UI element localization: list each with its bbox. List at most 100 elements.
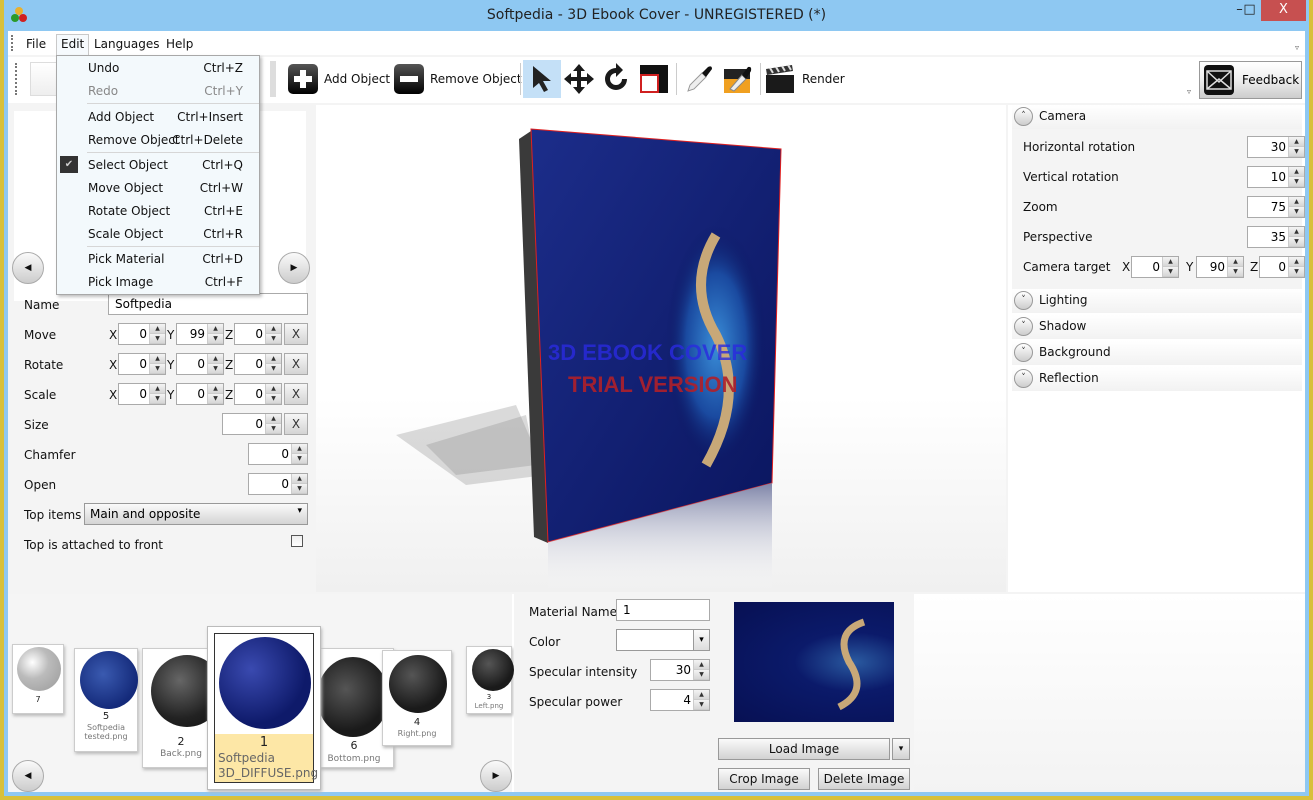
menu-item-rotate-object[interactable]: Rotate Object Ctrl+E: [57, 199, 259, 222]
rotate-y-spinner[interactable]: 0 ▲ ▼: [176, 353, 224, 375]
reset-rotate-button[interactable]: X: [284, 353, 308, 375]
spin-down-icon[interactable]: ▼: [1289, 147, 1304, 157]
add-object-button[interactable]: Add Object: [288, 61, 390, 97]
spin-down-icon[interactable]: ▼: [150, 394, 165, 404]
material-card-selected[interactable]: 1 Softpedia 3D_DIFFUSE.png: [207, 626, 321, 790]
menu-overflow-icon[interactable]: ▿: [1295, 43, 1299, 52]
maximize-button[interactable]: □: [1236, 0, 1263, 21]
menu-item-select-object[interactable]: ✔ Select Object Ctrl+Q: [57, 153, 259, 176]
material-card[interactable]: 7: [12, 644, 64, 714]
feedback-button[interactable]: Feedback: [1199, 61, 1302, 99]
spin-down-icon[interactable]: ▼: [266, 364, 281, 374]
material-name-input[interactable]: 1: [616, 599, 710, 621]
load-image-dropdown[interactable]: ▾: [892, 738, 910, 760]
spin-down-icon[interactable]: ▼: [1289, 267, 1304, 277]
camera-target-x-spinner[interactable]: 0 ▲ ▼: [1131, 256, 1179, 278]
scale-z-spinner[interactable]: 0 ▲ ▼: [234, 383, 282, 405]
reset-size-button[interactable]: X: [284, 413, 308, 435]
spin-down-icon[interactable]: ▼: [266, 334, 281, 344]
material-card[interactable]: 5 Softpedia tested.png: [74, 648, 138, 752]
spin-up-icon[interactable]: ▲: [1289, 257, 1304, 267]
spin-up-icon[interactable]: ▲: [150, 384, 165, 394]
next-object-button[interactable]: ▶: [278, 252, 310, 284]
scale-tool-button[interactable]: [638, 61, 670, 97]
menu-edit[interactable]: Edit: [56, 34, 90, 55]
chevron-down-icon[interactable]: ▾: [693, 630, 709, 650]
move-tool-button[interactable]: [563, 61, 595, 97]
title-bar[interactable]: Softpedia - 3D Ebook Cover - UNREGISTERE…: [4, 0, 1309, 31]
crop-image-button[interactable]: Crop Image: [718, 768, 810, 790]
camera-expander[interactable]: ˄ Camera: [1012, 105, 1302, 129]
rotate-tool-button[interactable]: [600, 61, 632, 97]
material-card[interactable]: 3 Left.png: [466, 646, 514, 714]
open-spinner[interactable]: 0 ▲ ▼: [248, 473, 308, 495]
rotate-z-spinner[interactable]: 0 ▲ ▼: [234, 353, 282, 375]
spin-down-icon[interactable]: ▼: [1289, 177, 1304, 187]
top-attached-checkbox[interactable]: [291, 535, 303, 547]
spin-down-icon[interactable]: ▼: [150, 334, 165, 344]
spin-up-icon[interactable]: ▲: [208, 354, 223, 364]
spin-up-icon[interactable]: ▲: [266, 354, 281, 364]
spin-down-icon[interactable]: ▼: [1228, 267, 1243, 277]
lighting-expander[interactable]: ˅ Lighting: [1012, 289, 1302, 313]
scale-x-spinner[interactable]: 0 ▲ ▼: [118, 383, 166, 405]
delete-image-button[interactable]: Delete Image: [818, 768, 910, 790]
zoom-spinner[interactable]: 75 ▲ ▼: [1247, 196, 1305, 218]
top-items-select[interactable]: Main and opposite ▾: [84, 503, 308, 525]
spin-down-icon[interactable]: ▼: [292, 454, 307, 464]
spin-up-icon[interactable]: ▲: [208, 384, 223, 394]
spin-up-icon[interactable]: ▲: [1289, 137, 1304, 147]
perspective-spinner[interactable]: 35 ▲ ▼: [1247, 226, 1305, 248]
spin-up-icon[interactable]: ▲: [292, 444, 307, 454]
spin-up-icon[interactable]: ▲: [694, 690, 709, 700]
spin-up-icon[interactable]: ▲: [150, 324, 165, 334]
menu-help[interactable]: Help: [162, 35, 197, 53]
horizontal-rotation-spinner[interactable]: 30 ▲ ▼: [1247, 136, 1305, 158]
color-picker[interactable]: ▾: [616, 629, 710, 651]
spin-down-icon[interactable]: ▼: [1163, 267, 1178, 277]
reflection-expander[interactable]: ˅ Reflection: [1012, 367, 1302, 391]
rotate-x-spinner[interactable]: 0 ▲ ▼: [118, 353, 166, 375]
menu-item-move-object[interactable]: Move Object Ctrl+W: [57, 176, 259, 199]
spin-down-icon[interactable]: ▼: [694, 670, 709, 680]
spin-down-icon[interactable]: ▼: [694, 700, 709, 710]
camera-target-z-spinner[interactable]: 0 ▲ ▼: [1259, 256, 1305, 278]
render-button[interactable]: Render: [764, 61, 845, 97]
menu-item-scale-object[interactable]: Scale Object Ctrl+R: [57, 222, 259, 245]
menu-languages[interactable]: Languages: [90, 35, 163, 53]
vertical-rotation-spinner[interactable]: 10 ▲ ▼: [1247, 166, 1305, 188]
spin-up-icon[interactable]: ▲: [1289, 167, 1304, 177]
pick-material-button[interactable]: [684, 61, 716, 97]
spin-down-icon[interactable]: ▼: [150, 364, 165, 374]
3d-viewport[interactable]: 3D EBOOK COVER TRIAL VERSION: [316, 105, 1006, 592]
spin-down-icon[interactable]: ▼: [208, 364, 223, 374]
reset-move-button[interactable]: X: [284, 323, 308, 345]
menu-item-remove-object[interactable]: Remove Object Ctrl+Delete: [57, 128, 259, 151]
menu-item-add-object[interactable]: Add Object Ctrl+Insert: [57, 105, 259, 128]
menu-file[interactable]: File: [22, 35, 50, 53]
menu-item-pick-material[interactable]: Pick Material Ctrl+D: [57, 247, 259, 270]
previous-object-button[interactable]: ◀: [12, 252, 44, 284]
toolbar-overflow-icon[interactable]: ▿: [1187, 87, 1191, 96]
spin-up-icon[interactable]: ▲: [694, 660, 709, 670]
material-card[interactable]: 4 Right.png: [382, 650, 452, 746]
menu-item-pick-image[interactable]: Pick Image Ctrl+F: [57, 270, 259, 293]
spin-down-icon[interactable]: ▼: [1289, 237, 1304, 247]
spin-down-icon[interactable]: ▼: [1289, 207, 1304, 217]
spin-up-icon[interactable]: ▲: [266, 324, 281, 334]
spin-up-icon[interactable]: ▲: [1228, 257, 1243, 267]
spin-down-icon[interactable]: ▼: [266, 424, 281, 434]
shadow-expander[interactable]: ˅ Shadow: [1012, 315, 1302, 339]
select-tool-button[interactable]: [523, 60, 561, 98]
move-z-spinner[interactable]: 0 ▲ ▼: [234, 323, 282, 345]
spin-down-icon[interactable]: ▼: [208, 334, 223, 344]
spin-up-icon[interactable]: ▲: [1289, 227, 1304, 237]
new-document-icon[interactable]: [30, 62, 58, 96]
camera-target-y-spinner[interactable]: 90 ▲ ▼: [1196, 256, 1244, 278]
menu-grip[interactable]: [11, 35, 13, 51]
menu-item-undo[interactable]: Undo Ctrl+Z: [57, 56, 259, 79]
background-expander[interactable]: ˅ Background: [1012, 341, 1302, 365]
name-input[interactable]: Softpedia: [108, 293, 308, 315]
spin-up-icon[interactable]: ▲: [266, 414, 281, 424]
reset-scale-button[interactable]: X: [284, 383, 308, 405]
